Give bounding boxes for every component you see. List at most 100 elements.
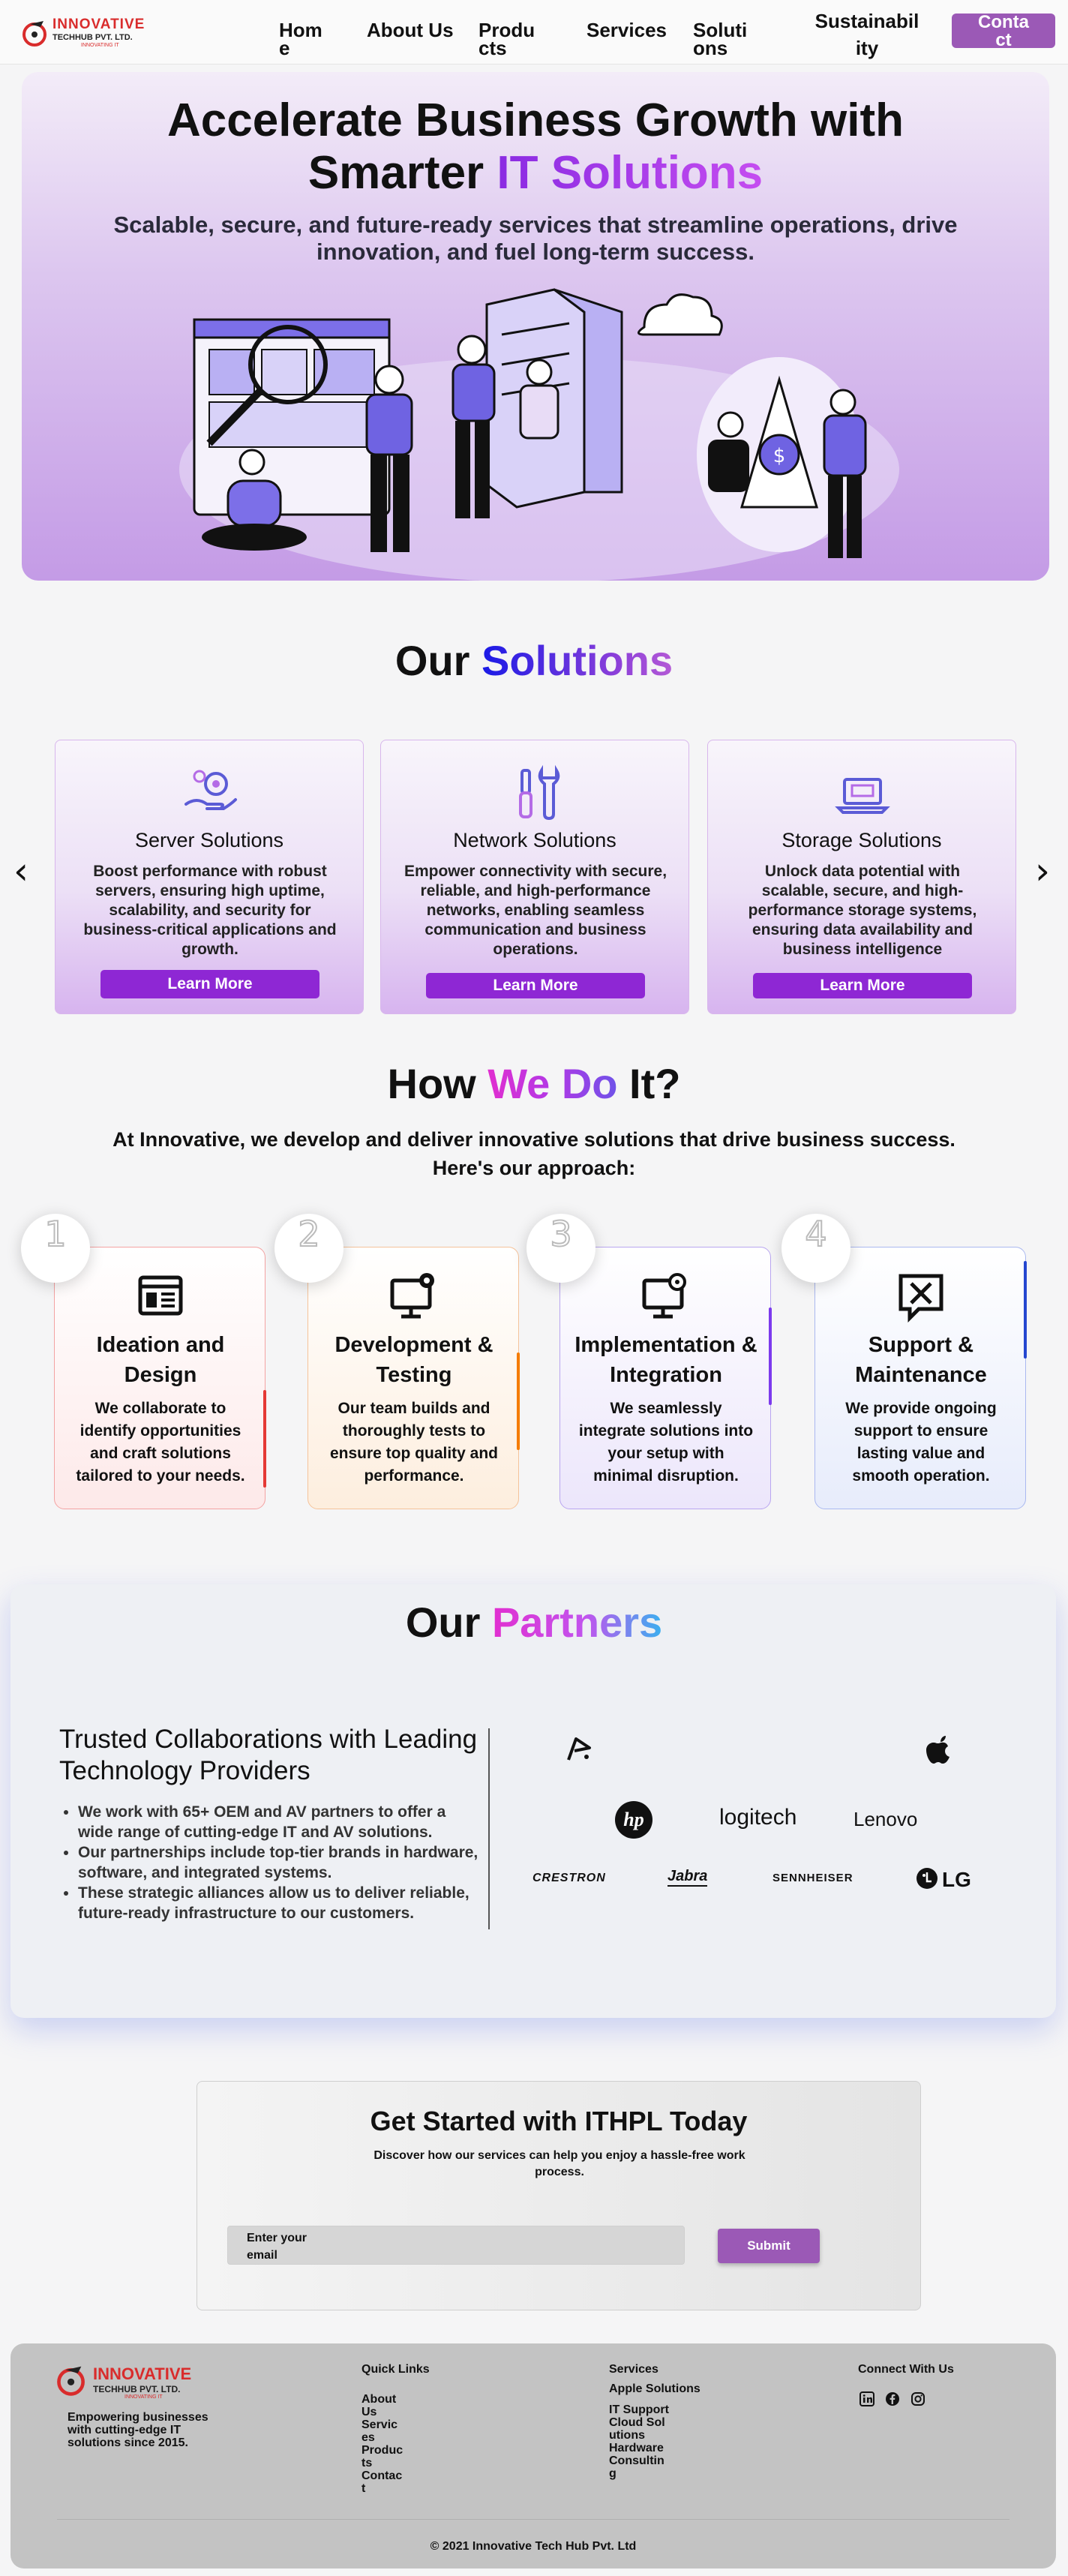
partners-title-accent: Partners — [491, 1599, 663, 1646]
step-text: We provide ongoing support to ensure las… — [845, 1400, 997, 1485]
footer-link[interactable]: About Us — [362, 2393, 404, 2418]
partners-divider — [488, 1728, 490, 1929]
partners-section: Our Partners Trusted Collaborations with… — [10, 1584, 1056, 2018]
solutions-title-accent: Solutions — [482, 637, 674, 684]
nav-solutions[interactable]: Solutions — [693, 20, 750, 58]
linkedin-icon[interactable] — [860, 2391, 874, 2406]
cta-title: Get Started with ITHPL Today — [370, 2106, 748, 2136]
site-footer: INNOVATIVE TECHHUB PVT. LTD. INNOVATING … — [10, 2343, 1056, 2568]
nav-about[interactable]: About Us — [367, 20, 464, 40]
solution-card-network: Network Solutions Empower connectivity w… — [380, 740, 689, 1014]
partners-bullet: These strategic alliances allow us to de… — [78, 1883, 483, 1923]
nav-products[interactable]: Products — [478, 20, 538, 58]
hero-title-line2: Smarter IT Solutions — [22, 147, 1049, 200]
how-title-end: It? — [617, 1060, 681, 1107]
nav-home[interactable]: Home — [279, 20, 326, 58]
monitor-gear-icon — [390, 1273, 434, 1319]
footer-link[interactable]: Services — [362, 2418, 404, 2444]
footer-service[interactable]: IT Support — [609, 2403, 669, 2416]
solution-card-title: Network Solutions — [453, 829, 616, 851]
solution-card-storage: Storage Solutions Unlock data potential … — [707, 740, 1016, 1014]
nav-sustainability[interactable]: Sustainability — [814, 8, 920, 62]
footer-link[interactable]: Products — [362, 2444, 404, 2469]
contact-button[interactable]: Contact — [952, 14, 1055, 50]
instagram-icon[interactable] — [910, 2391, 926, 2406]
footer-service-apple[interactable]: Apple Solutions — [609, 2382, 759, 2395]
step-number: 3 — [526, 1213, 596, 1283]
step-accent-bar — [263, 1390, 266, 1488]
footer-link[interactable]: Contact — [362, 2469, 404, 2495]
learn-more-button[interactable]: Learn More — [426, 973, 645, 998]
step-text: We collaborate to identify opportunities… — [76, 1400, 245, 1485]
laptop-icon — [835, 778, 890, 814]
hero-title-line1: Accelerate Business Growth with — [167, 95, 904, 146]
how-title-accent: We Do — [488, 1060, 618, 1107]
hero-title-plain: Smarter — [308, 147, 497, 199]
carousel-next-arrow[interactable]: › — [1035, 849, 1050, 893]
tools-icon — [519, 764, 560, 821]
step-text: We seamlessly integrate solutions into y… — [578, 1400, 754, 1485]
brand-crestron: CRESTRON — [532, 1872, 606, 1884]
partners-heading: Trusted Collaborations with Leading Tech… — [59, 1725, 478, 1785]
monitor-settings-icon — [642, 1273, 686, 1319]
step-text: Our team builds and thoroughly tests to … — [329, 1400, 499, 1485]
step-number: 2 — [274, 1213, 344, 1283]
logo-mark-icon — [22, 21, 46, 47]
brand-logo[interactable]: INNOVATIVE TECHHUB PVT. LTD. INNOVATING … — [22, 15, 184, 50]
nav-services[interactable]: Services — [586, 20, 676, 40]
quick-links-list: About Us Services Products Contact — [362, 2393, 404, 2495]
partners-bullet: Our partnerships include top-tier brands… — [78, 1842, 483, 1883]
how-title: How We Do It? — [0, 1059, 1068, 1108]
solution-card-text: Empower connectivity with secure, reliab… — [404, 863, 668, 958]
footer-service[interactable]: Cloud Solutions — [609, 2416, 669, 2442]
facebook-icon[interactable] — [885, 2391, 900, 2406]
step-title: Ideation and Design — [96, 1333, 225, 1387]
email-placeholder: Enter your email — [247, 2232, 308, 2262]
footer-service[interactable]: Consulting — [609, 2454, 669, 2480]
solution-card-title: Server Solutions — [134, 829, 284, 851]
lg-logo-icon — [916, 1868, 938, 1889]
carousel-prev-arrow[interactable]: ‹ — [14, 849, 28, 893]
step-accent-bar — [769, 1308, 772, 1405]
step-card-3: 3 Implementation & Integration We seamle… — [526, 1213, 772, 1548]
footer-services-list: IT Support Cloud Solutions Hardware Cons… — [609, 2403, 669, 2480]
hero-banner: Accelerate Business Growth with Smarter … — [22, 72, 1049, 581]
partners-title: Our Partners — [0, 1598, 1068, 1647]
solution-card-text: Boost performance with robust servers, e… — [83, 863, 337, 958]
how-subtitle: At Innovative, we develop and deliver in… — [112, 1128, 956, 1179]
svg-text:$: $ — [773, 445, 786, 467]
logo-mark-icon — [57, 2366, 85, 2396]
get-started-card: Get Started with ITHPL Today Discover ho… — [196, 2081, 921, 2310]
hero-illustration: $ — [179, 288, 899, 581]
connect-title: Connect With Us — [858, 2363, 954, 2376]
top-navbar: INNOVATIVE TECHHUB PVT. LTD. INNOVATING … — [0, 0, 1068, 65]
footer-service[interactable]: Hardware — [609, 2442, 669, 2454]
submit-button[interactable]: Submit — [718, 2229, 820, 2263]
learn-more-button[interactable]: Learn More — [100, 970, 320, 998]
learn-more-button[interactable]: Learn More — [753, 973, 972, 998]
brand-hp: hp — [615, 1801, 652, 1839]
solution-card-server: Server Solutions Boost performance with … — [55, 740, 364, 1014]
step-number: 1 — [21, 1213, 90, 1283]
step-title: Support & Maintenance — [855, 1333, 987, 1387]
footer-logo-tag: INNOVATING IT — [124, 2394, 163, 2400]
brand-logitech: logitech — [719, 1805, 797, 1830]
logo-tagline: INNOVATING IT — [81, 43, 119, 48]
footer-logo[interactable]: INNOVATIVE TECHHUB PVT. LTD. INNOVATING … — [57, 2361, 230, 2403]
how-title-plain: How — [387, 1060, 488, 1107]
hero-subtitle: Scalable, secure, and future-ready servi… — [113, 212, 958, 265]
brand-lg: LG — [942, 1868, 971, 1891]
step-card-1: 1 Ideation and Design We collaborate to … — [21, 1213, 266, 1548]
hero-title-accent: IT Solutions — [496, 147, 764, 199]
hero-title: Accelerate Business Growth with Smarter … — [22, 95, 1049, 200]
brand-lenovo: Lenovo — [854, 1808, 918, 1830]
hand-gear-icon — [184, 770, 237, 810]
cta-text: Discover how our services can help you e… — [374, 2149, 746, 2178]
step-card-4: 4 Support & Maintenance We provide ongoi… — [782, 1213, 1027, 1548]
step-number: 4 — [782, 1213, 850, 1283]
partners-title-plain: Our — [405, 1599, 492, 1646]
footer-tagline: Empowering businesses with cutting-edge … — [68, 2411, 208, 2449]
step-card-2: 2 Development & Testing Our team builds … — [274, 1213, 520, 1548]
solutions-title-plain: Our — [394, 637, 482, 684]
apple-brand-icon — [926, 1736, 950, 1764]
